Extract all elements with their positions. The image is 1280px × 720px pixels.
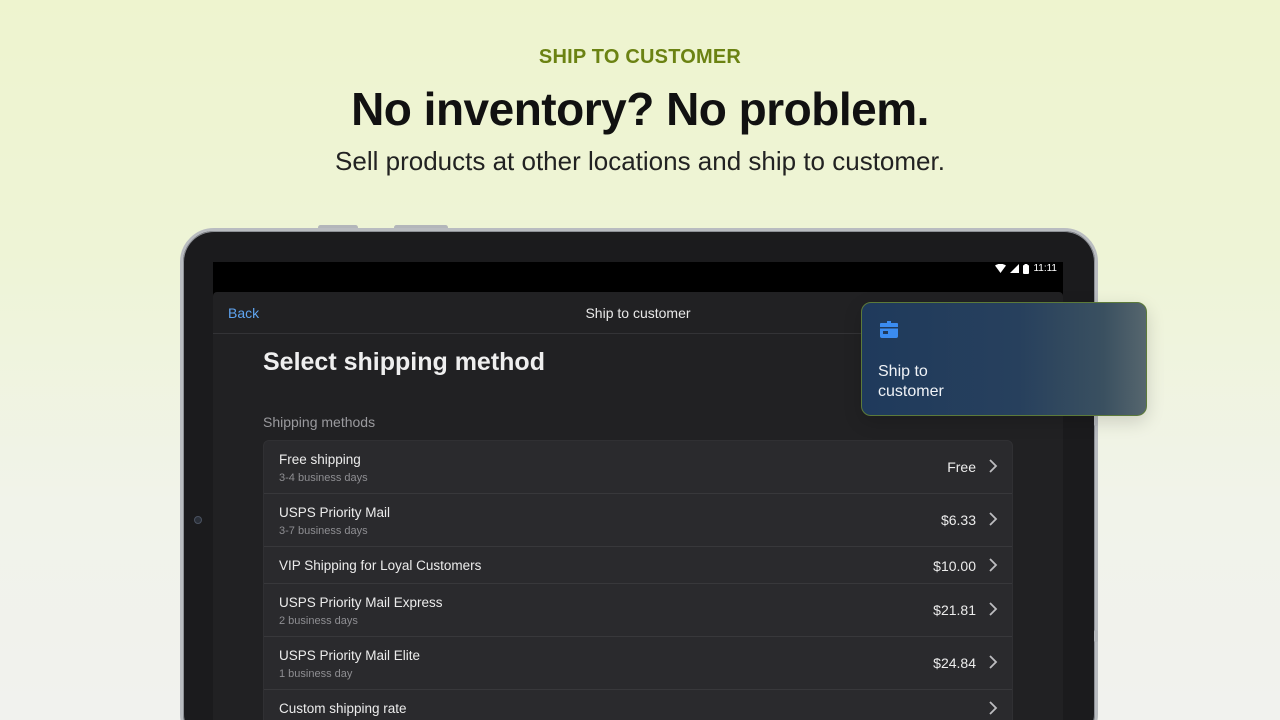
method-price: $21.81: [933, 602, 976, 618]
shipping-method-row[interactable]: USPS Priority Mail Express 2 business da…: [264, 584, 1012, 637]
tablet-camera: [194, 516, 202, 524]
method-name: Free shipping: [279, 452, 361, 467]
eyebrow-text: SHIP TO CUSTOMER: [538, 46, 742, 68]
package-icon: [880, 321, 898, 338]
method-subtitle: 1 business day: [279, 668, 353, 680]
method-price: $6.33: [940, 512, 976, 528]
method-price: Free: [947, 459, 976, 475]
subheadline: Sell products at other locations and shi…: [335, 146, 945, 176]
chevron-right-icon: [989, 512, 998, 526]
method-subtitle: 3-4 business days: [279, 472, 368, 484]
battery-icon: [1023, 263, 1030, 274]
method-name: VIP Shipping for Loyal Customers: [279, 558, 482, 573]
chevron-right-icon: [989, 701, 998, 715]
method-subtitle: 3-7 business days: [279, 525, 368, 537]
chevron-right-icon: [989, 459, 998, 473]
shipping-method-row[interactable]: Custom shipping rate: [264, 690, 1012, 720]
card-label: Ship to customer: [878, 363, 944, 400]
page-title: Select shipping method: [263, 348, 545, 376]
headline: No inventory? No problem.: [351, 83, 929, 135]
signal-icon: [1010, 264, 1020, 273]
shipping-method-row[interactable]: USPS Priority Mail 3-7 business days $6.…: [264, 494, 1012, 547]
wifi-icon: [995, 264, 1007, 273]
shipping-method-row[interactable]: VIP Shipping for Loyal Customers $10.00: [264, 547, 1012, 584]
chevron-right-icon: [989, 655, 998, 669]
section-label: Shipping methods: [263, 414, 376, 430]
method-subtitle: 2 business days: [279, 615, 358, 627]
status-bar: 11:11: [213, 262, 1063, 284]
method-name: USPS Priority Mail Elite: [279, 648, 421, 663]
chevron-right-icon: [989, 558, 998, 572]
status-time: 11:11: [1033, 263, 1057, 274]
method-price: $24.84: [933, 655, 976, 671]
shipping-methods-list: Free shipping 3-4 business days Free USP…: [263, 440, 1013, 720]
method-name: USPS Priority Mail Express: [279, 595, 443, 610]
method-name: Custom shipping rate: [279, 701, 407, 716]
method-name: USPS Priority Mail: [279, 505, 391, 520]
shipping-method-row[interactable]: Free shipping 3-4 business days Free: [264, 441, 1012, 494]
shipping-method-row[interactable]: USPS Priority Mail Elite 1 business day …: [264, 637, 1012, 690]
method-price: $10.00: [933, 558, 976, 574]
chevron-right-icon: [989, 602, 998, 616]
tablet-side-button: [1094, 630, 1098, 642]
ship-to-customer-card[interactable]: Ship to customer: [861, 302, 1147, 416]
